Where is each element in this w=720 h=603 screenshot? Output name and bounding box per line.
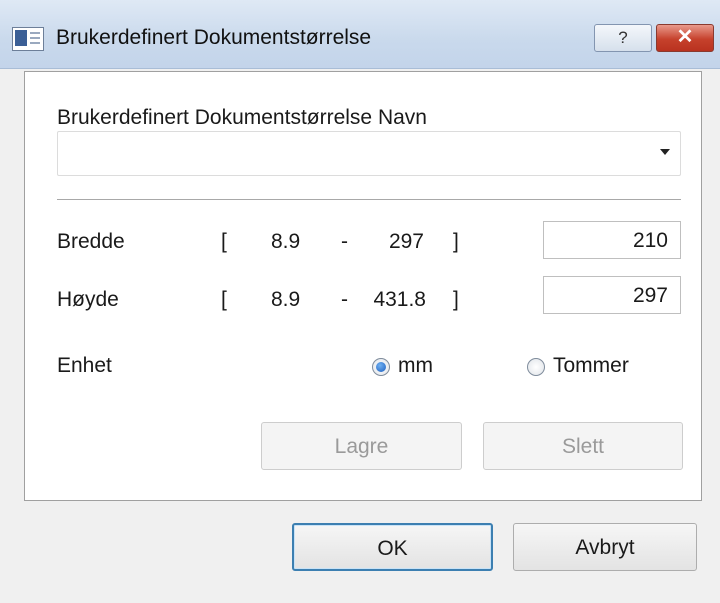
dialog-window: Brukerdefinert Dokumentstørrelse ? ✕ Bru… [0,0,720,603]
chevron-down-icon[interactable] [660,149,670,155]
help-button[interactable]: ? [594,24,652,52]
name-label: Brukerdefinert Dokumentstørrelse Navn [57,106,427,129]
width-label: Bredde [57,230,125,253]
height-label: Høyde [57,288,119,311]
height-bracket-open: [ [221,288,227,311]
delete-button[interactable]: Slett [483,422,683,470]
width-min: 8.9 [271,230,301,253]
title-bar[interactable]: Brukerdefinert Dokumentstørrelse ? ✕ [0,0,720,69]
separator [57,199,681,200]
window-title: Brukerdefinert Dokumentstørrelse [56,26,372,49]
unit-option-tommer[interactable]: Tommer [553,354,629,378]
width-dash: - [341,230,348,253]
cancel-button[interactable]: Avbryt [513,523,697,571]
ok-button[interactable]: OK [292,523,493,571]
app-window-icon [12,27,44,51]
width-max: 297 [388,230,424,253]
close-button[interactable]: ✕ [656,24,714,52]
height-dash: - [341,288,348,311]
width-bracket-open: [ [221,230,227,253]
unit-option-mm[interactable]: mm [398,354,433,378]
unit-radio-tommer[interactable] [527,358,545,376]
height-min: 8.9 [271,288,301,311]
save-button[interactable]: Lagre [261,422,462,470]
unit-label: Enhet [57,354,112,377]
name-combobox[interactable] [57,131,681,176]
width-input[interactable]: 210 [543,221,681,259]
height-max: 431.8 [373,288,426,311]
height-input[interactable]: 297 [543,276,681,314]
width-bracket-close: ] [453,230,459,253]
height-bracket-close: ] [453,288,459,311]
unit-radio-mm[interactable] [372,358,390,376]
content-panel: Brukerdefinert Dokumentstørrelse Navn Br… [24,71,702,501]
